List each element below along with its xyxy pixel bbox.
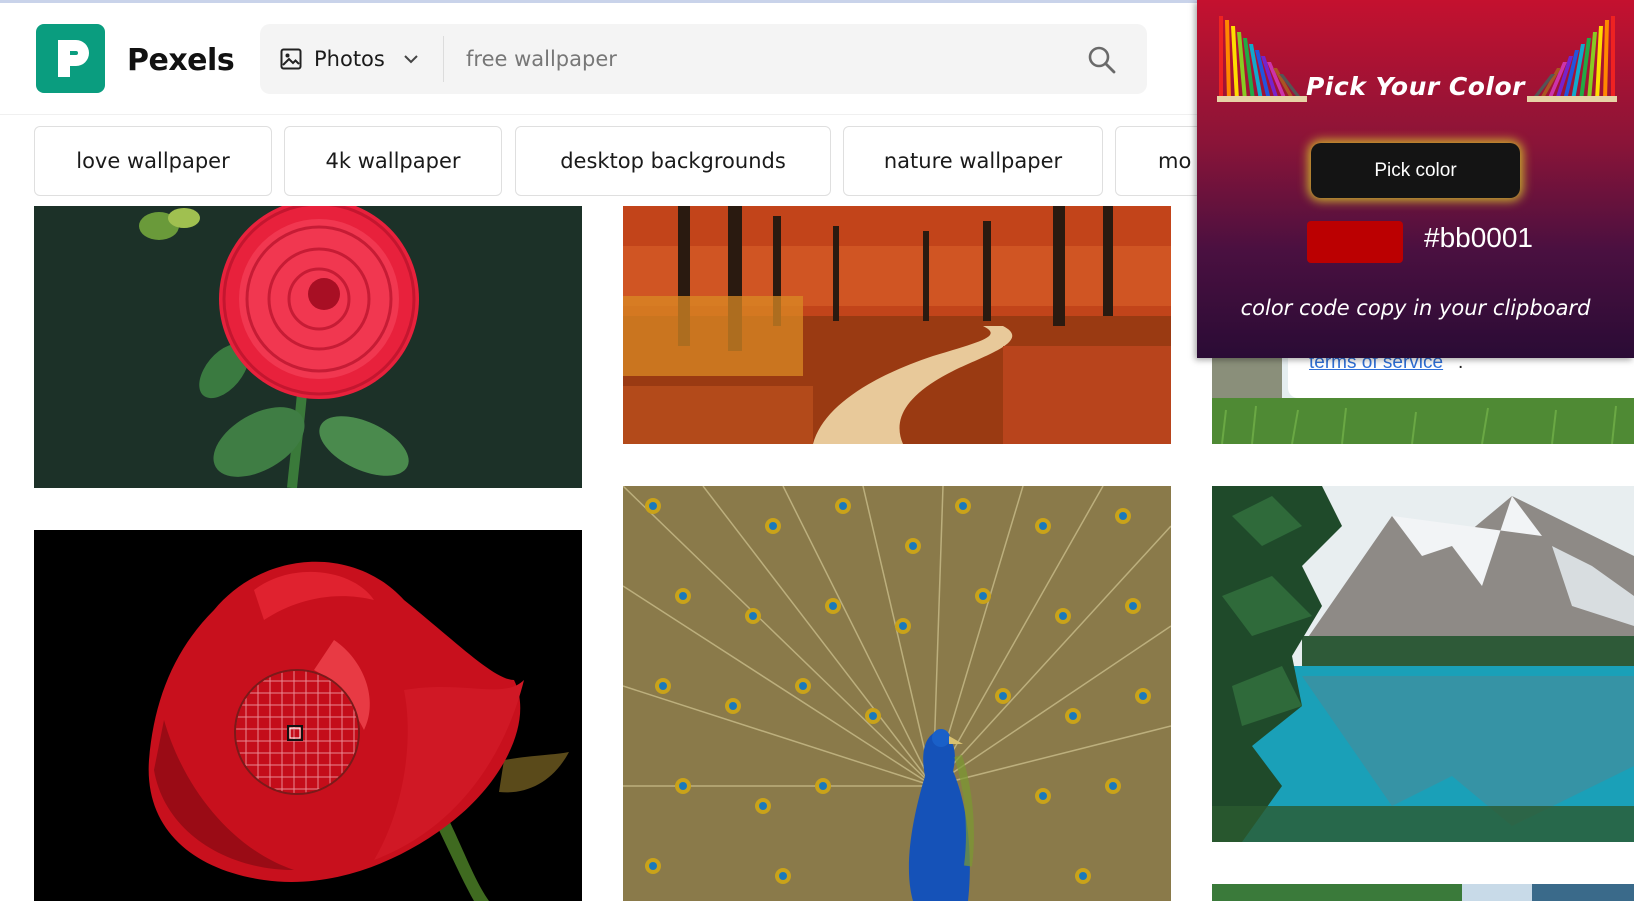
search-input[interactable] <box>456 40 1036 78</box>
hex-code[interactable]: #bb0001 <box>1424 222 1533 254</box>
photo-red-dahlia[interactable] <box>34 206 582 488</box>
color-picker-magnifier <box>234 669 360 795</box>
pick-color-button[interactable]: Pick color <box>1311 143 1520 198</box>
tag-label: desktop backgrounds <box>560 149 786 173</box>
photo-forest-bottom[interactable] <box>1212 884 1634 901</box>
search-bar: Photos <box>260 24 1147 94</box>
photo-mountain-lake[interactable] <box>1212 486 1634 842</box>
clipboard-note: color code copy in your clipboard <box>1240 296 1591 320</box>
search-divider <box>443 36 444 82</box>
picker-title: Pick Your Color <box>1305 72 1526 101</box>
brand-name[interactable]: Pexels <box>127 43 235 78</box>
tag-label: mo <box>1158 149 1192 173</box>
color-swatch <box>1307 221 1403 263</box>
image-icon <box>280 48 302 70</box>
color-picker-popup: Pick Your Color Pick color #bb0001 color… <box>1197 0 1634 358</box>
media-type-label: Photos <box>314 47 385 71</box>
tag-nature-wallpaper[interactable]: nature wallpaper <box>843 126 1103 196</box>
chevron-down-icon <box>404 55 418 64</box>
photo-autumn-forest[interactable] <box>623 206 1171 444</box>
search-icon[interactable] <box>1086 44 1118 76</box>
tag-love-wallpaper[interactable]: love wallpaper <box>34 126 272 196</box>
tag-4k-wallpaper[interactable]: 4k wallpaper <box>284 126 502 196</box>
photo-peacock[interactable] <box>623 486 1171 901</box>
tag-label: love wallpaper <box>76 149 230 173</box>
tag-desktop-backgrounds[interactable]: desktop backgrounds <box>515 126 831 196</box>
media-type-select[interactable]: Photos <box>260 24 442 94</box>
tag-label: nature wallpaper <box>883 149 1063 173</box>
tag-label: 4k wallpaper <box>325 149 461 173</box>
pexels-logo-icon[interactable] <box>36 24 105 93</box>
